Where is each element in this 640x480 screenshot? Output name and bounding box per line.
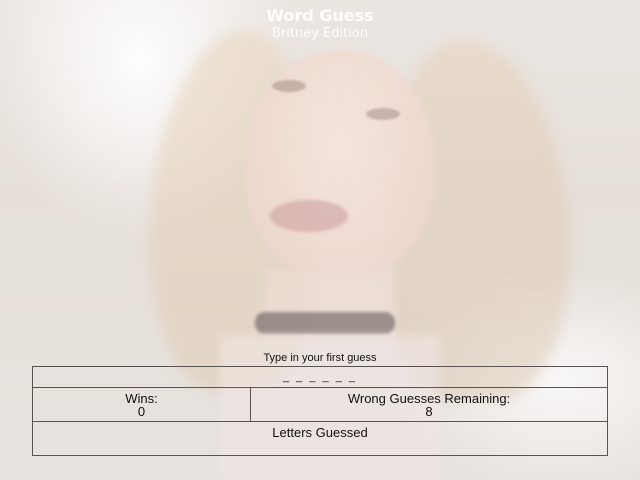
stats-row: Wins: 0 Wrong Guesses Remaining: 8	[33, 388, 607, 422]
choker-necklace	[255, 312, 395, 334]
remaining-cell: Wrong Guesses Remaining: 8	[251, 388, 607, 421]
guess-prompt: Type in your first guess	[263, 352, 377, 364]
page-title: Word Guess	[266, 6, 374, 25]
page-subtitle: Britney Edition	[271, 26, 368, 41]
page-header: Word Guess Britney Edition	[0, 6, 640, 42]
remaining-value: 8	[425, 404, 433, 419]
letters-guessed-row: Letters Guessed	[33, 422, 607, 455]
eye-right	[366, 108, 400, 120]
game-panel: _ _ _ _ _ _ Wins: 0 Wrong Guesses Remain…	[32, 366, 608, 456]
lips	[270, 200, 348, 232]
letters-guessed-label: Letters Guessed	[272, 425, 368, 440]
wins-value: 0	[137, 404, 146, 419]
word-display: _ _ _ _ _ _	[33, 367, 607, 388]
eye-left	[272, 80, 306, 92]
wins-cell: Wins: 0	[33, 388, 251, 421]
